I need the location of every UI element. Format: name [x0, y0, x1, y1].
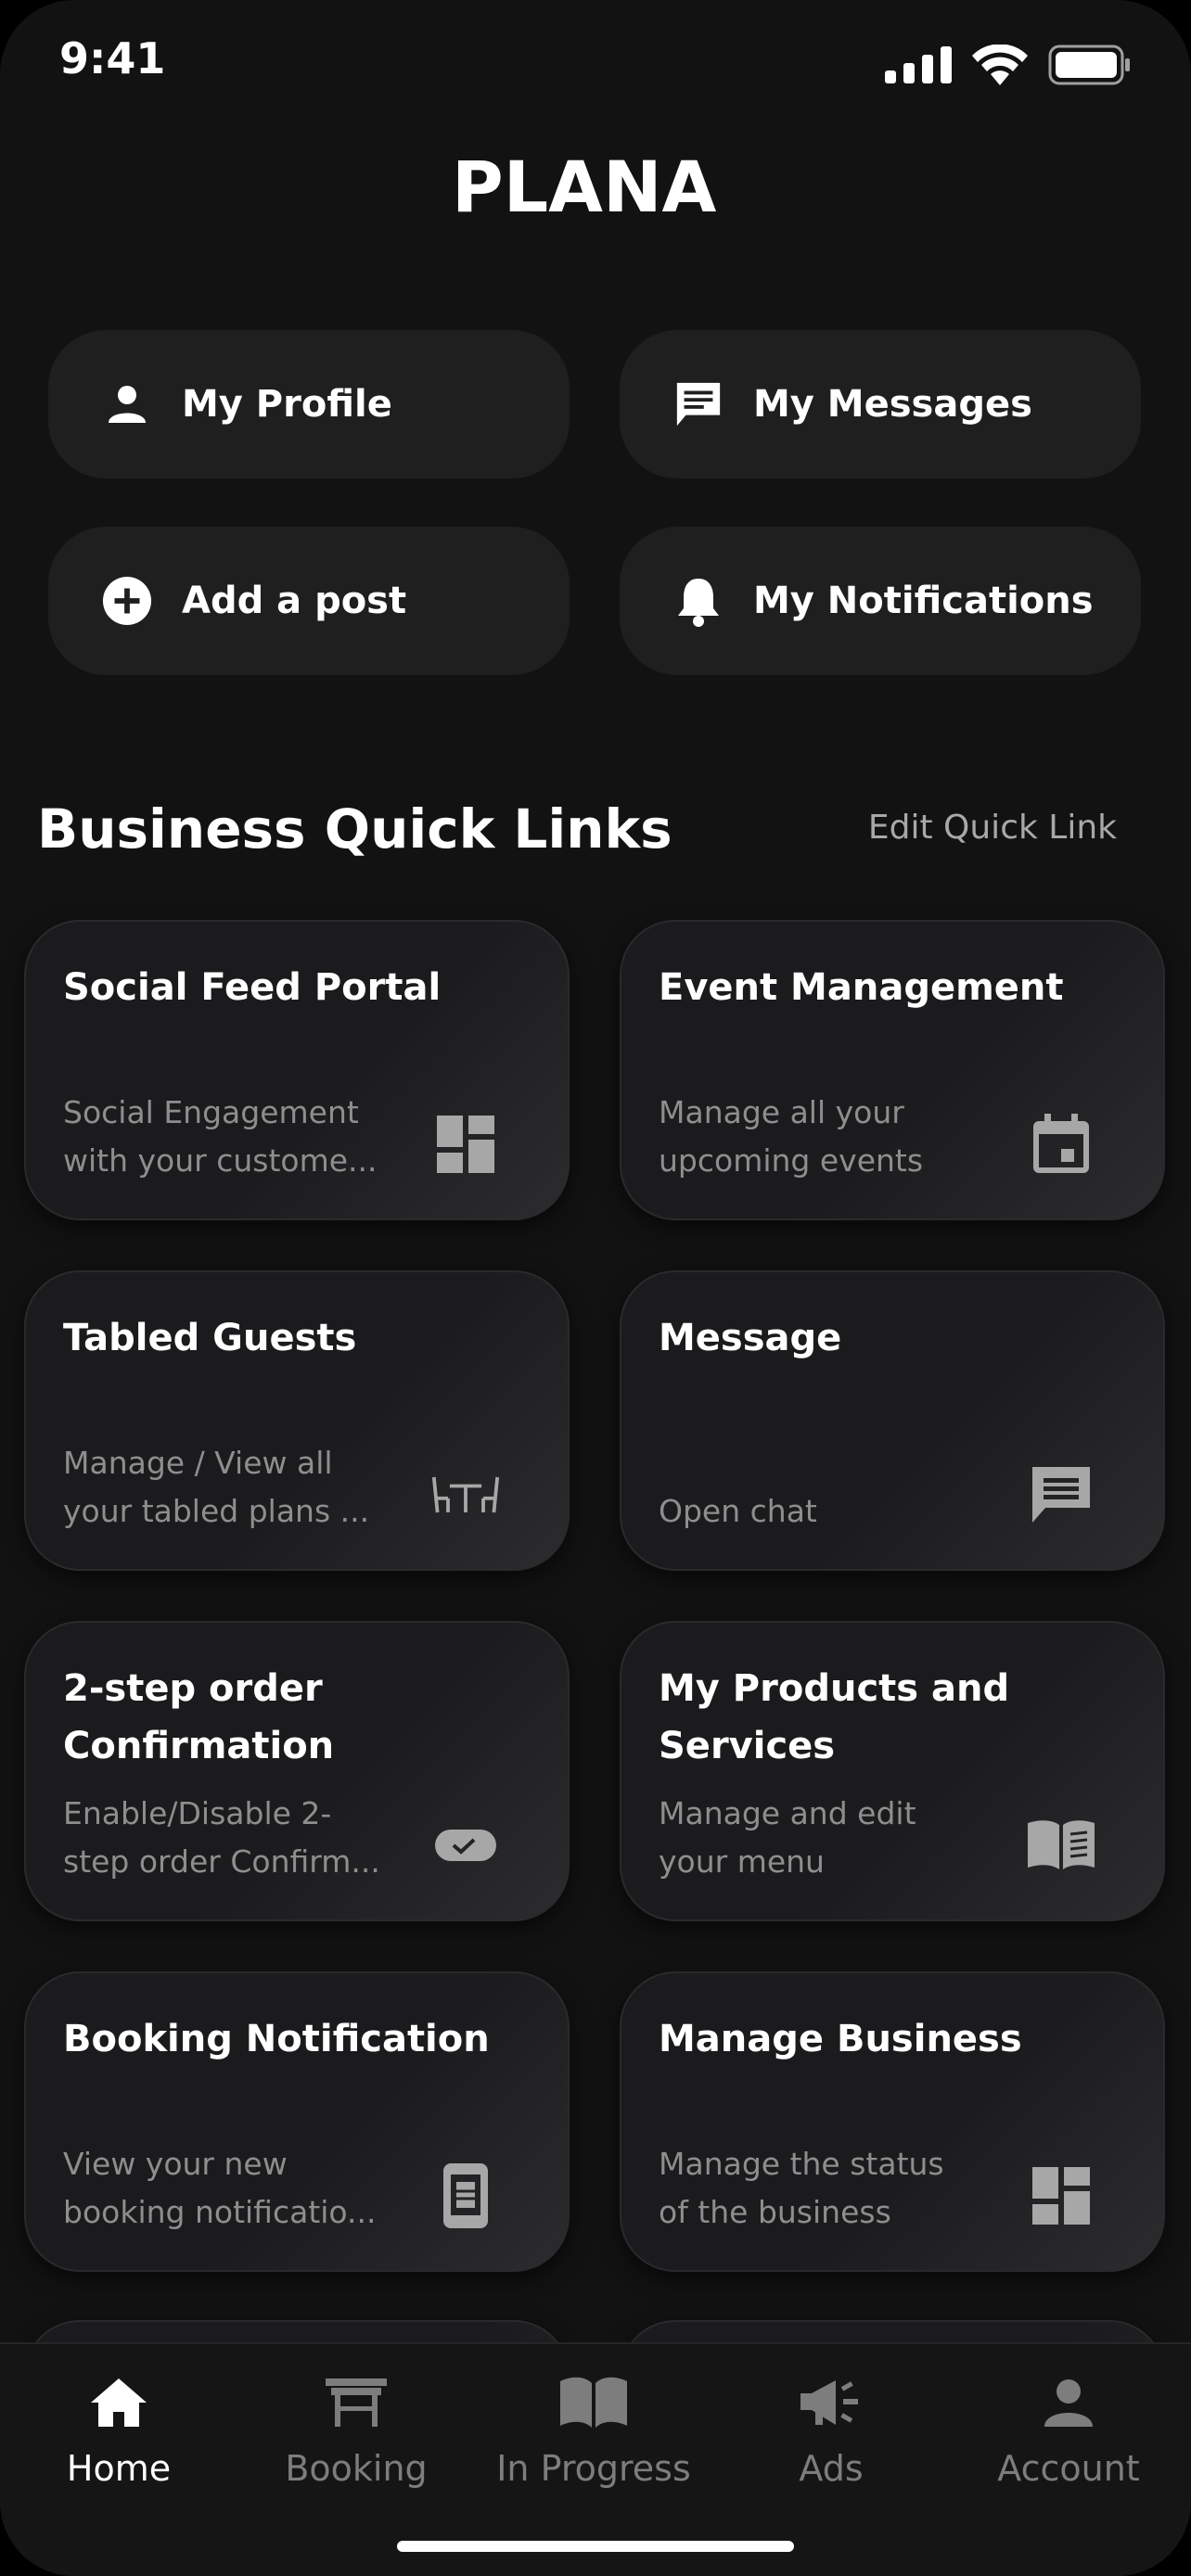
tab-label: Ads [799, 2448, 864, 2489]
open-book-icon [475, 2370, 712, 2435]
dashboard-icon [430, 1109, 501, 1180]
card-title: Event Management [659, 966, 1064, 1009]
signal-icon [885, 46, 952, 83]
card-title: My Products and Services [659, 1667, 1010, 1767]
bell-icon [673, 576, 724, 627]
card-desc: Manage and edit your menu [659, 1790, 1011, 1886]
card-title: 2-step order Confirmation [63, 1667, 335, 1767]
chat-icon [1026, 1460, 1096, 1530]
card-desc: Social Engagement with your custome... [63, 1089, 416, 1185]
message-icon [673, 379, 724, 429]
card-desc: Enable/Disable 2- step order Confirm... [63, 1790, 416, 1886]
tab-label: In Progress [496, 2448, 691, 2489]
table-chairs-icon [430, 1460, 501, 1530]
card-desc-line: Open chat [659, 1493, 817, 1529]
card-desc-line: booking notificatio... [63, 2194, 377, 2230]
card-desc-line: Social Engagement [63, 1094, 359, 1130]
card-desc: View your new booking notificatio... [63, 2140, 416, 2237]
card-desc-line: View your new [63, 2146, 288, 2182]
account-icon [950, 2370, 1187, 2435]
card-desc: Manage all your upcoming events [659, 1089, 1011, 1185]
card-title: Manage Business [659, 2018, 1022, 2060]
add-post-button[interactable]: Add a post [48, 527, 570, 675]
booking-device-icon [430, 2161, 501, 2231]
card-desc-line: Manage / View all [63, 1445, 333, 1481]
booking-table-icon [237, 2370, 475, 2435]
plana-logo: PLANA [452, 147, 717, 221]
card-my-products-and-services[interactable]: My Products and Services Manage and edit… [620, 1621, 1165, 1921]
card-desc-line: Enable/Disable 2- [63, 1795, 332, 1831]
wifi-icon [972, 45, 1028, 85]
add-post-label: Add a post [182, 580, 407, 622]
tab-in-progress[interactable]: In Progress [475, 2370, 712, 2489]
my-profile-button[interactable]: My Profile [48, 330, 570, 478]
my-notifications-button[interactable]: My Notifications [620, 527, 1141, 675]
card-desc-line: your tabled plans ... [63, 1493, 370, 1529]
card-desc-line: Manage all your [659, 1094, 904, 1130]
home-indicator [397, 2541, 794, 2552]
section-title: Business Quick Links [37, 797, 672, 861]
tab-label: Home [66, 2448, 172, 2489]
card-title: Tabled Guests [63, 1317, 357, 1359]
card-desc-line: of the business [659, 2194, 891, 2230]
tab-account[interactable]: Account [950, 2370, 1187, 2489]
home-icon [0, 2370, 237, 2435]
toggle-check-icon [430, 1810, 501, 1881]
app-screen: 9:41 PLANA My Profile My Messages Add a … [0, 0, 1191, 2576]
status-icons [885, 45, 1132, 85]
card-desc-line: with your custome... [63, 1142, 378, 1179]
brand-logo: PLANA [0, 147, 1191, 224]
my-messages-label: My Messages [753, 383, 1032, 426]
card-desc-line: Manage and edit [659, 1795, 916, 1831]
my-messages-button[interactable]: My Messages [620, 330, 1141, 478]
tab-home[interactable]: Home [0, 2370, 237, 2489]
tab-label: Account [997, 2448, 1140, 2489]
menu-book-icon [1026, 1810, 1096, 1881]
card-message[interactable]: Message Open chat [620, 1270, 1165, 1571]
card-social-feed-portal[interactable]: Social Feed Portal Social Engagement wit… [24, 920, 570, 1220]
dashboard-icon [1026, 2161, 1096, 2231]
status-bar: 9:41 [0, 0, 1191, 130]
person-icon [102, 379, 152, 429]
status-time: 9:41 [59, 33, 166, 83]
card-two-step-order-confirmation[interactable]: 2-step order Confirmation Enable/Disable… [24, 1621, 570, 1921]
card-title: Message [659, 1317, 842, 1359]
logo-text: PLANA [452, 147, 717, 221]
card-title: Social Feed Portal [63, 966, 442, 1009]
tab-booking[interactable]: Booking [237, 2370, 475, 2489]
megaphone-icon [712, 2370, 950, 2435]
card-desc-line: upcoming events [659, 1142, 924, 1179]
card-title: Booking Notification [63, 2018, 490, 2060]
my-notifications-label: My Notifications [753, 580, 1094, 622]
card-event-management[interactable]: Event Management Manage all your upcomin… [620, 920, 1165, 1220]
tab-ads[interactable]: Ads [712, 2370, 950, 2489]
battery-icon [1048, 45, 1130, 85]
card-manage-business[interactable]: Manage Business Manage the status of the… [620, 1971, 1165, 2272]
tab-label: Booking [285, 2448, 428, 2489]
calendar-icon [1026, 1109, 1096, 1180]
add-circle-icon [102, 576, 152, 626]
edit-quick-link[interactable]: Edit Quick Link [868, 809, 1117, 847]
card-desc-line: Manage the status [659, 2146, 944, 2182]
card-desc-line: step order Confirm... [63, 1843, 380, 1880]
card-desc-line: your menu [659, 1843, 825, 1880]
card-desc: Manage / View all your tabled plans ... [63, 1439, 416, 1536]
card-booking-notification[interactable]: Booking Notification View your new booki… [24, 1971, 570, 2272]
card-desc: Manage the status of the business [659, 2140, 1011, 2237]
my-profile-label: My Profile [182, 383, 392, 426]
card-desc: Open chat [659, 1487, 1011, 1536]
card-tabled-guests[interactable]: Tabled Guests Manage / View all your tab… [24, 1270, 570, 1571]
